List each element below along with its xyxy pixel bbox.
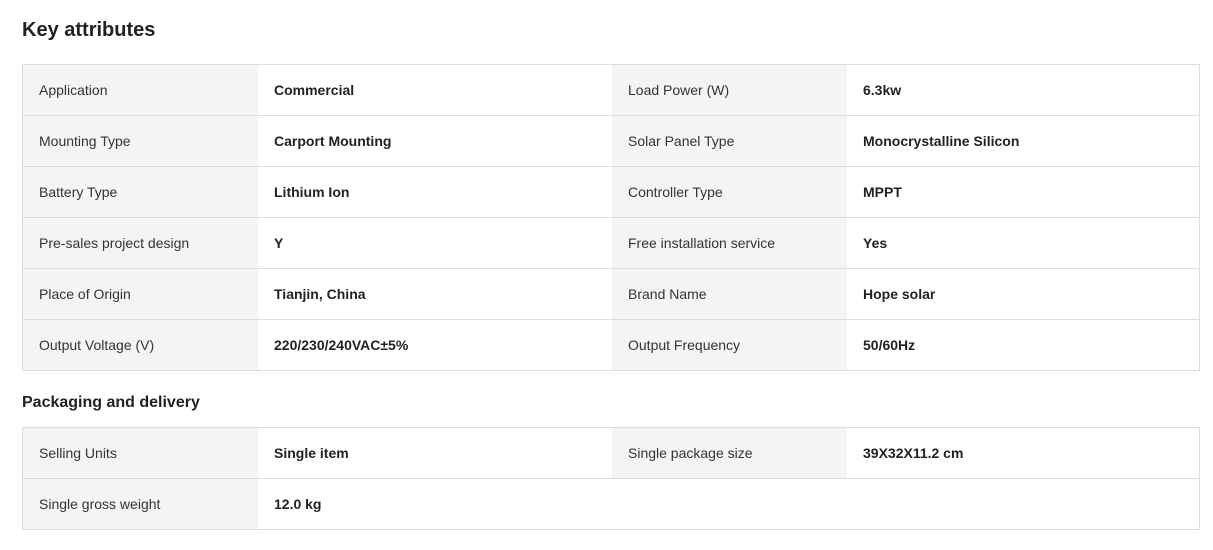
attribute-label: Application (23, 65, 258, 115)
attribute-value: 39X32X11.2 cm (847, 428, 1199, 478)
attribute-value: Lithium Ion (258, 167, 612, 217)
attribute-value: Carport Mounting (258, 116, 612, 166)
table-row: Pre-sales project design Y Free installa… (23, 217, 1199, 268)
empty-cell (847, 479, 1199, 529)
attribute-label: Mounting Type (23, 116, 258, 166)
attribute-label: Brand Name (612, 269, 847, 319)
table-row: Mounting Type Carport Mounting Solar Pan… (23, 115, 1199, 166)
attribute-label: Single gross weight (23, 479, 258, 529)
attribute-label: Pre-sales project design (23, 218, 258, 268)
attribute-value: 50/60Hz (847, 320, 1199, 370)
packaging-delivery-title: Packaging and delivery (22, 394, 200, 411)
attribute-value: Single item (258, 428, 612, 478)
table-row: Single gross weight 12.0 kg (23, 478, 1199, 529)
attribute-label: Selling Units (23, 428, 258, 478)
table-row: Application Commercial Load Power (W) 6.… (23, 65, 1199, 115)
key-attributes-table: Application Commercial Load Power (W) 6.… (22, 64, 1200, 371)
attribute-label: Controller Type (612, 167, 847, 217)
attribute-label: Output Frequency (612, 320, 847, 370)
attribute-value: 220/230/240VAC±5% (258, 320, 612, 370)
table-row: Selling Units Single item Single package… (23, 428, 1199, 478)
table-row: Battery Type Lithium Ion Controller Type… (23, 166, 1199, 217)
attribute-label: Battery Type (23, 167, 258, 217)
table-row: Place of Origin Tianjin, China Brand Nam… (23, 268, 1199, 319)
key-attributes-title: Key attributes (22, 19, 156, 41)
attribute-label: Free installation service (612, 218, 847, 268)
table-row: Output Voltage (V) 220/230/240VAC±5% Out… (23, 319, 1199, 370)
attribute-value: MPPT (847, 167, 1199, 217)
attribute-value: Tianjin, China (258, 269, 612, 319)
attribute-value: Commercial (258, 65, 612, 115)
attribute-value: Monocrystalline Silicon (847, 116, 1199, 166)
attribute-label: Load Power (W) (612, 65, 847, 115)
attribute-label: Output Voltage (V) (23, 320, 258, 370)
attribute-value: Y (258, 218, 612, 268)
attribute-value: Hope solar (847, 269, 1199, 319)
packaging-delivery-table: Selling Units Single item Single package… (22, 427, 1200, 530)
attribute-label: Solar Panel Type (612, 116, 847, 166)
attribute-label: Single package size (612, 428, 847, 478)
empty-cell (612, 479, 847, 529)
attribute-value: Yes (847, 218, 1199, 268)
attribute-value: 12.0 kg (258, 479, 612, 529)
attribute-label: Place of Origin (23, 269, 258, 319)
attribute-value: 6.3kw (847, 65, 1199, 115)
